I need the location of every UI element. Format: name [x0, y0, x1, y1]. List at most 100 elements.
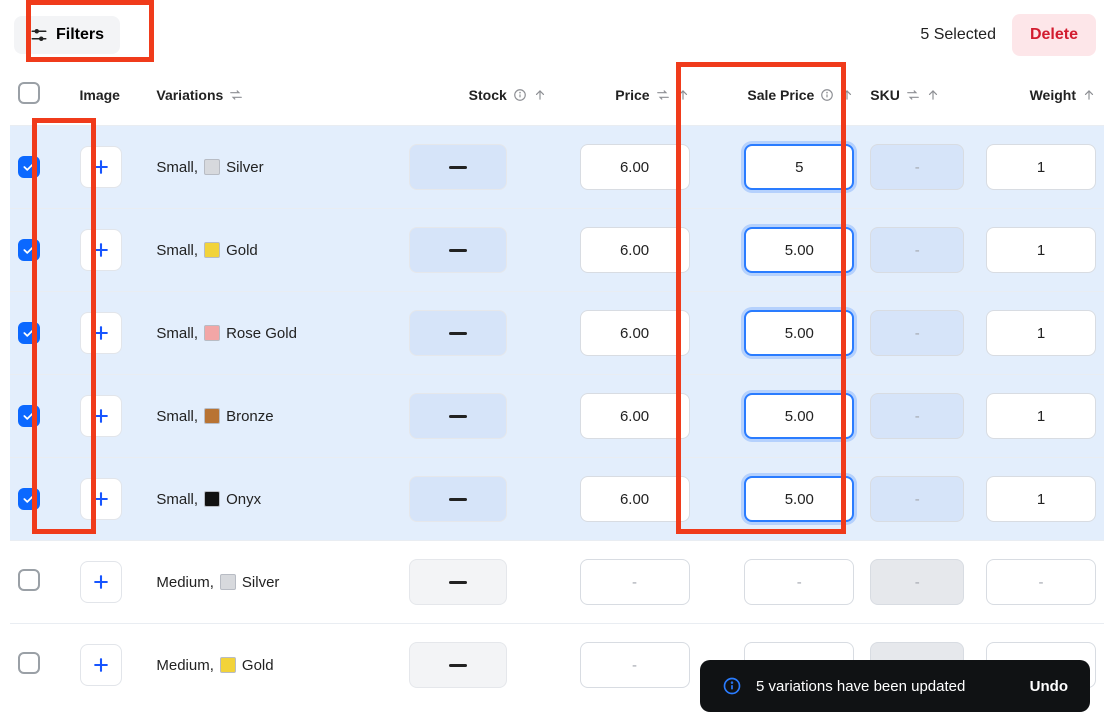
sale-price-input[interactable] — [744, 144, 854, 190]
undo-button[interactable]: Undo — [1030, 678, 1068, 695]
row-checkbox[interactable] — [18, 239, 40, 261]
sku-input[interactable] — [870, 227, 964, 273]
sale-price-input[interactable] — [744, 559, 854, 605]
variation-cell: Small,Silver — [156, 159, 393, 176]
sku-input[interactable] — [870, 476, 964, 522]
weight-input[interactable] — [986, 393, 1096, 439]
stock-cell[interactable] — [409, 393, 507, 439]
color-swatch — [220, 574, 236, 590]
sort-icon[interactable] — [533, 88, 547, 102]
variation-cell: Medium, Gold — [156, 657, 393, 674]
row-checkbox[interactable] — [18, 405, 40, 427]
swap-icon[interactable] — [229, 88, 243, 102]
variation-size: Small, — [156, 242, 198, 259]
sort-icon[interactable] — [1082, 88, 1096, 102]
variation-color: Onyx — [226, 491, 261, 508]
price-input[interactable] — [580, 393, 690, 439]
col-price: Price — [615, 87, 649, 103]
price-input[interactable] — [580, 559, 690, 605]
color-swatch — [204, 159, 220, 175]
price-input[interactable] — [580, 642, 690, 688]
dash-icon — [449, 581, 467, 584]
sku-input[interactable] — [870, 559, 964, 605]
weight-input[interactable] — [986, 476, 1096, 522]
stock-cell[interactable] — [409, 642, 507, 688]
info-icon[interactable] — [820, 88, 834, 102]
add-image-button[interactable] — [80, 312, 122, 354]
dash-icon — [449, 332, 467, 335]
sale-price-input[interactable] — [744, 393, 854, 439]
swap-icon[interactable] — [906, 88, 920, 102]
variation-color: Gold — [242, 657, 274, 674]
color-swatch — [204, 408, 220, 424]
dash-icon — [449, 498, 467, 501]
add-image-button[interactable] — [80, 561, 122, 603]
variation-size: Small, — [156, 408, 198, 425]
price-input[interactable] — [580, 476, 690, 522]
row-checkbox[interactable] — [18, 488, 40, 510]
stock-cell[interactable] — [409, 559, 507, 605]
weight-input[interactable] — [986, 559, 1096, 605]
add-image-button[interactable] — [80, 478, 122, 520]
add-image-button[interactable] — [80, 146, 122, 188]
sku-input[interactable] — [870, 144, 964, 190]
add-image-button[interactable] — [80, 395, 122, 437]
variation-size: Small, — [156, 325, 198, 342]
weight-input[interactable] — [986, 144, 1096, 190]
sort-icon[interactable] — [840, 88, 854, 102]
col-sku: SKU — [870, 87, 900, 103]
variation-size: Medium, — [156, 574, 214, 591]
variation-color: Gold — [226, 242, 258, 259]
sku-input[interactable] — [870, 310, 964, 356]
col-stock: Stock — [469, 87, 507, 103]
col-variations: Variations — [156, 87, 223, 103]
selected-count: 5 Selected — [920, 26, 996, 44]
variation-color: Silver — [242, 574, 280, 591]
color-swatch — [204, 491, 220, 507]
variation-cell: Medium, Silver — [156, 574, 393, 591]
price-input[interactable] — [580, 227, 690, 273]
weight-input[interactable] — [986, 227, 1096, 273]
delete-button[interactable]: Delete — [1012, 14, 1096, 56]
sort-icon[interactable] — [926, 88, 940, 102]
toolbar: Filters 5 Selected Delete — [0, 0, 1114, 70]
stock-cell[interactable] — [409, 144, 507, 190]
select-all-checkbox[interactable] — [18, 82, 40, 104]
dash-icon — [449, 415, 467, 418]
price-input[interactable] — [580, 310, 690, 356]
table-row: Small,Rose Gold — [10, 292, 1104, 375]
variation-size: Small, — [156, 159, 198, 176]
info-icon[interactable] — [513, 88, 527, 102]
variation-size: Small, — [156, 491, 198, 508]
variation-cell: Small, Bronze — [156, 408, 393, 425]
sale-price-input[interactable] — [744, 310, 854, 356]
filters-label: Filters — [56, 26, 104, 44]
add-image-button[interactable] — [80, 644, 122, 686]
stock-cell[interactable] — [409, 227, 507, 273]
stock-cell[interactable] — [409, 476, 507, 522]
row-checkbox[interactable] — [18, 652, 40, 674]
variation-size: Medium, — [156, 657, 214, 674]
dash-icon — [449, 249, 467, 252]
table-row: Medium, Silver — [10, 541, 1104, 624]
stock-cell[interactable] — [409, 310, 507, 356]
table-row: Small, Bronze — [10, 375, 1104, 458]
row-checkbox[interactable] — [18, 156, 40, 178]
swap-icon[interactable] — [656, 88, 670, 102]
sale-price-input[interactable] — [744, 227, 854, 273]
dash-icon — [449, 664, 467, 667]
variation-color: Bronze — [226, 408, 274, 425]
sort-icon[interactable] — [676, 88, 690, 102]
weight-input[interactable] — [986, 310, 1096, 356]
add-image-button[interactable] — [80, 229, 122, 271]
dash-icon — [449, 166, 467, 169]
sku-input[interactable] — [870, 393, 964, 439]
price-input[interactable] — [580, 144, 690, 190]
color-swatch — [204, 325, 220, 341]
row-checkbox[interactable] — [18, 322, 40, 344]
sale-price-input[interactable] — [744, 476, 854, 522]
row-checkbox[interactable] — [18, 569, 40, 591]
filters-button[interactable]: Filters — [14, 16, 120, 54]
col-weight: Weight — [1030, 87, 1076, 103]
variation-cell: Small, Gold — [156, 242, 393, 259]
